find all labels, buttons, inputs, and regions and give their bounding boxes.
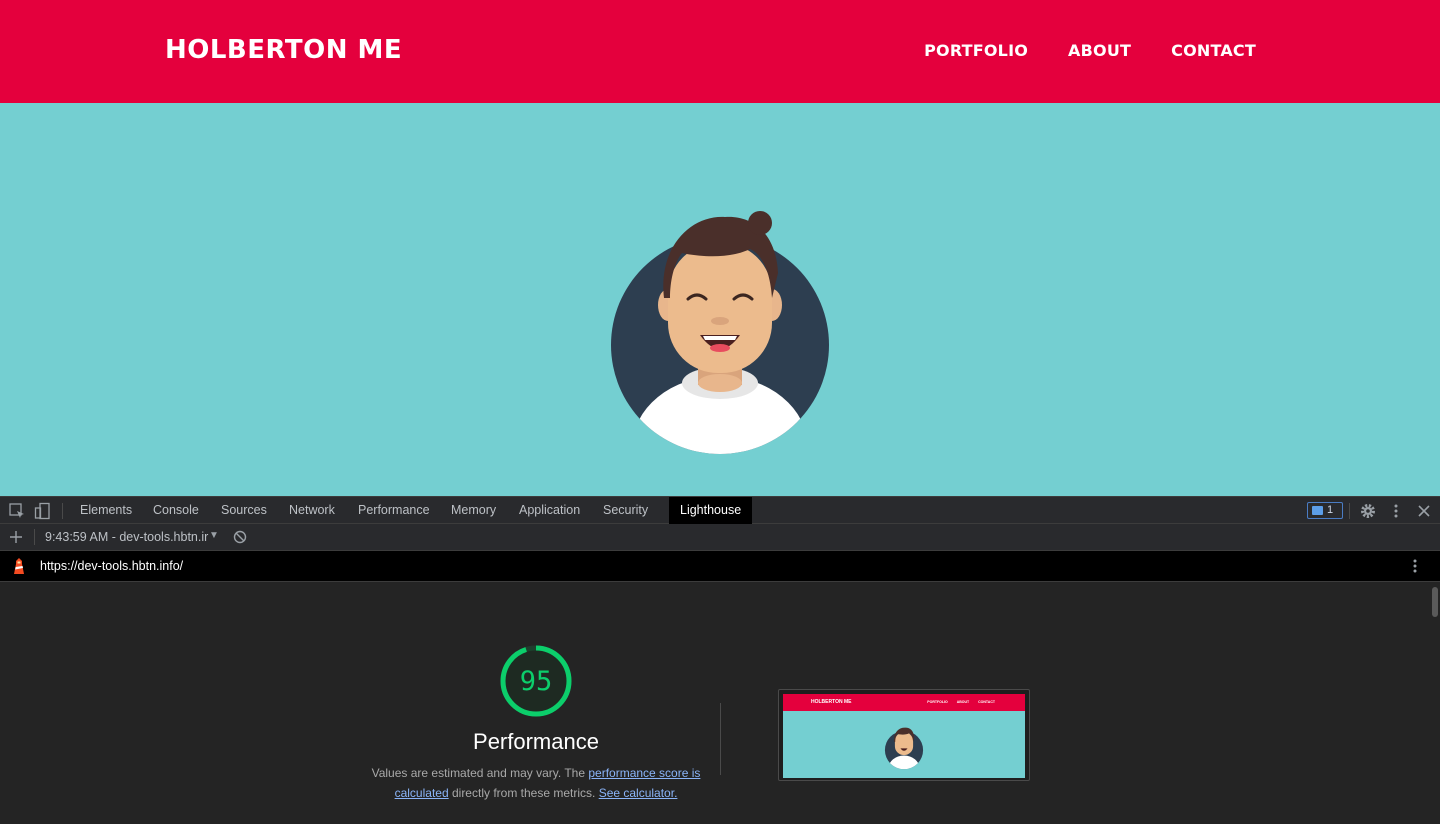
tab-network[interactable]: Network [278,497,346,524]
thumbnail-nav: PORTFOLIO ABOUT CONTACT [927,700,995,704]
tab-elements[interactable]: Elements [69,497,143,524]
thumbnail-nav-item: CONTACT [978,700,995,704]
tab-sources[interactable]: Sources [210,497,278,524]
thumbnail-page: HOLBERTON ME PORTFOLIO ABOUT CONTACT [783,694,1025,778]
settings-gear-icon[interactable] [1359,502,1377,520]
clear-icon[interactable] [231,528,249,546]
toolbar-separator [34,529,35,545]
lighthouse-report: 95 Performance Values are estimated and … [0,583,1440,824]
inspect-element-icon[interactable] [8,502,26,520]
tab-lighthouse[interactable]: Lighthouse [669,497,753,524]
performance-score-value: 95 [519,666,553,697]
thumbnail-logo: HOLBERTON ME [811,699,852,705]
scrollbar-thumb[interactable] [1432,587,1438,617]
tab-console[interactable]: Console [142,497,210,524]
devtools-tab-bar: Elements Console Sources Network Perform… [0,496,1440,524]
site-nav: PORTFOLIO ABOUT CONTACT [924,41,1256,60]
tab-memory[interactable]: Memory [440,497,507,524]
description-text: directly from these metrics. [448,786,599,800]
avatar-illustration [611,211,829,454]
see-calculator-link[interactable]: See calculator. [599,786,678,800]
nav-contact-link[interactable]: CONTACT [1171,41,1256,60]
final-screenshot-thumbnail[interactable]: HOLBERTON ME PORTFOLIO ABOUT CONTACT [778,689,1030,781]
issues-count: 1 [1327,504,1334,516]
thumbnail-nav-item: PORTFOLIO [927,700,948,704]
site-header: HOLBERTON ME PORTFOLIO ABOUT CONTACT [0,0,1440,103]
report-menu-icon[interactable] [1406,557,1424,575]
hero-section [0,103,1440,496]
lighthouse-toolbar: 9:43:59 AM - dev-tools.hbtn.ir ▼ [0,524,1440,551]
tab-separator [62,503,63,519]
lighthouse-logo-icon [14,558,24,574]
nav-about-link[interactable]: ABOUT [1068,41,1131,60]
thumbnail-avatar [884,727,924,770]
message-icon [1312,506,1323,515]
tab-separator [1349,503,1350,519]
close-icon[interactable] [1415,502,1433,520]
site-logo[interactable]: HOLBERTON ME [165,35,402,65]
nav-portfolio-link[interactable]: PORTFOLIO [924,41,1028,60]
performance-title: Performance [473,729,599,754]
tab-performance[interactable]: Performance [347,497,441,524]
devtools-panel: Elements Console Sources Network Perform… [0,496,1440,824]
thumbnail-header: HOLBERTON ME PORTFOLIO ABOUT CONTACT [783,694,1025,711]
thumbnail-nav-item: ABOUT [956,700,970,704]
performance-description: Values are estimated and may vary. The p… [371,763,701,803]
description-text: Values are estimated and may vary. The [371,766,589,780]
more-vertical-icon[interactable] [1387,502,1405,520]
report-url-bar: https://dev-tools.hbtn.info/ [0,551,1440,582]
tab-application[interactable]: Application [508,497,591,524]
add-icon[interactable] [7,528,25,546]
dropdown-arrow-icon[interactable]: ▼ [209,530,219,541]
report-select-value: 9:43:59 AM - dev-tools.hbtn.ir [45,530,209,544]
device-toolbar-icon[interactable] [34,502,52,520]
report-url: https://dev-tools.hbtn.info/ [40,559,184,573]
report-divider [720,703,721,775]
report-select[interactable]: 9:43:59 AM - dev-tools.hbtn.ir [45,530,220,544]
tab-security[interactable]: Security [592,497,659,524]
issues-counter-button[interactable]: 1 [1307,502,1343,519]
